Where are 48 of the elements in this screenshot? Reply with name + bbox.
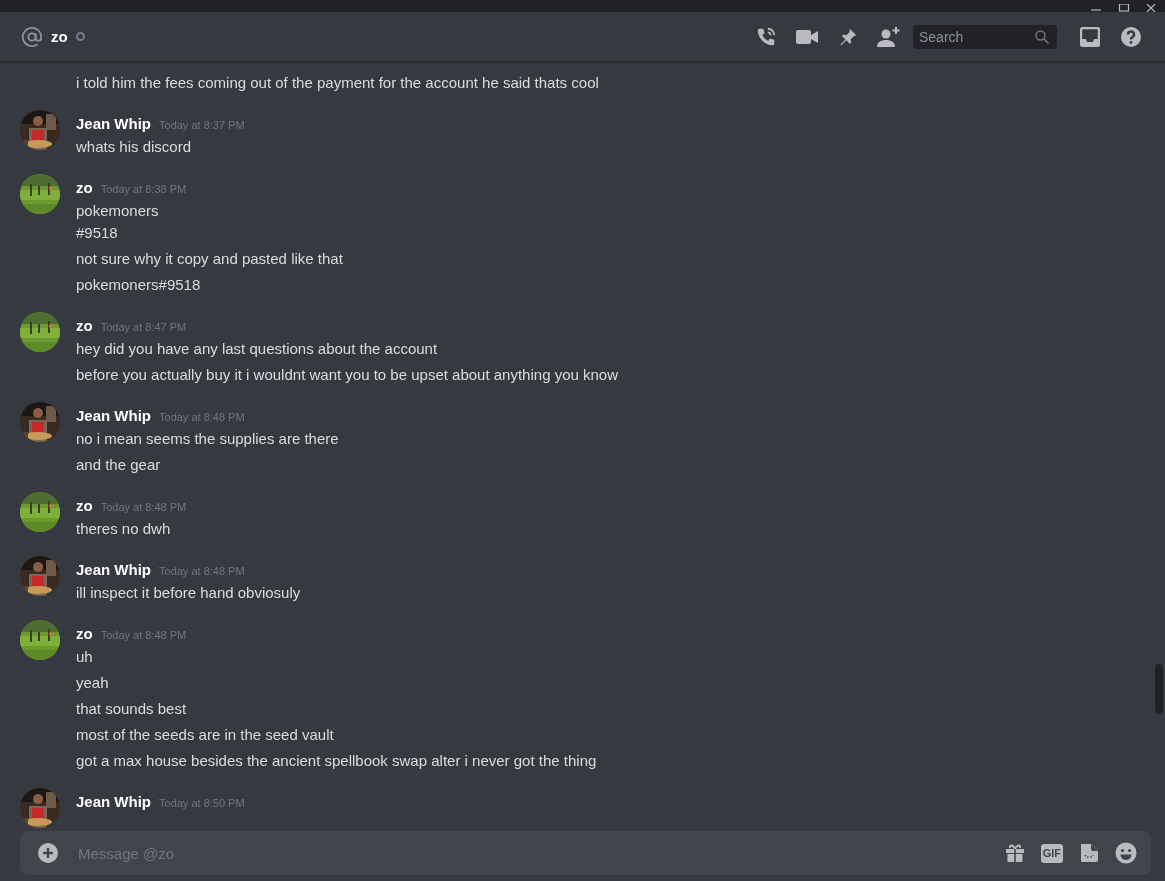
- message-text: that sounds best: [76, 699, 188, 719]
- message-text: yeah: [76, 673, 110, 693]
- message-text: hey did you have any last questions about the account: [76, 339, 439, 359]
- minimize-icon[interactable]: [1090, 6, 1102, 12]
- timestamp: Today at 8:48 PM: [100, 500, 187, 515]
- message-text: got a max house besides the ancient spellbook swap alter i never got the thing: [76, 751, 597, 771]
- author-name[interactable]: Jean Whip: [76, 113, 151, 135]
- close-icon[interactable]: [1146, 4, 1158, 12]
- author-name[interactable]: Jean Whip: [76, 559, 151, 581]
- timestamp: Today at 8:48 PM: [159, 410, 245, 425]
- inbox-icon[interactable]: [1079, 26, 1100, 47]
- message-text: most of the seeds are in the seed vault: [76, 725, 335, 745]
- gift-icon[interactable]: [1004, 843, 1025, 863]
- timestamp: Today at 8:38 PM: [100, 182, 187, 197]
- message-text: not sure why it copy and pasted like that: [76, 249, 343, 269]
- timestamp: Today at 8:48 PM: [159, 564, 245, 579]
- author-name[interactable]: zo: [76, 177, 93, 199]
- add-person-icon[interactable]: [876, 25, 901, 48]
- message-text: whats his discord: [76, 137, 193, 157]
- author-name[interactable]: zo: [76, 315, 93, 337]
- gif-button[interactable]: GIF: [1040, 843, 1063, 863]
- author-name[interactable]: zo: [76, 495, 93, 517]
- author-name[interactable]: Jean Whip: [76, 791, 151, 813]
- video-camera-icon[interactable]: [795, 28, 818, 45]
- timestamp: Today at 8:37 PM: [159, 118, 245, 133]
- timestamp: Today at 8:48 PM: [100, 628, 187, 643]
- search-icon: [1035, 29, 1049, 44]
- channel-name: zo: [51, 28, 68, 45]
- message-text: ill inspect it before hand obviosuly: [76, 583, 301, 603]
- at-sign-icon: [21, 25, 43, 48]
- message-text: uh: [76, 647, 94, 667]
- message-text: i told him the fees coming out of the payment for the account he said thats cool: [76, 73, 600, 93]
- message-text: before you actually buy it i wouldnt want you to be upset about anything you know: [76, 365, 618, 385]
- help-icon[interactable]: [1119, 25, 1142, 48]
- timestamp: Today at 8:50 PM: [159, 796, 245, 811]
- message-text: theres no dwh: [76, 519, 172, 539]
- author-name[interactable]: zo: [76, 623, 93, 645]
- author-name[interactable]: Jean Whip: [76, 405, 151, 427]
- message-text: pokemoners#9518: [76, 275, 202, 295]
- emoji-icon[interactable]: [1115, 842, 1137, 864]
- sticker-icon[interactable]: [1079, 843, 1099, 863]
- scrollbar-thumb[interactable]: [1155, 664, 1163, 714]
- maximize-icon[interactable]: [1118, 4, 1130, 12]
- search-field[interactable]: Search: [913, 24, 1057, 49]
- message-text: no i mean seems the supplies are there: [76, 429, 339, 449]
- add-icon[interactable]: [37, 842, 59, 864]
- message-text: and the gear: [76, 455, 162, 475]
- timestamp: Today at 8:47 PM: [100, 320, 187, 335]
